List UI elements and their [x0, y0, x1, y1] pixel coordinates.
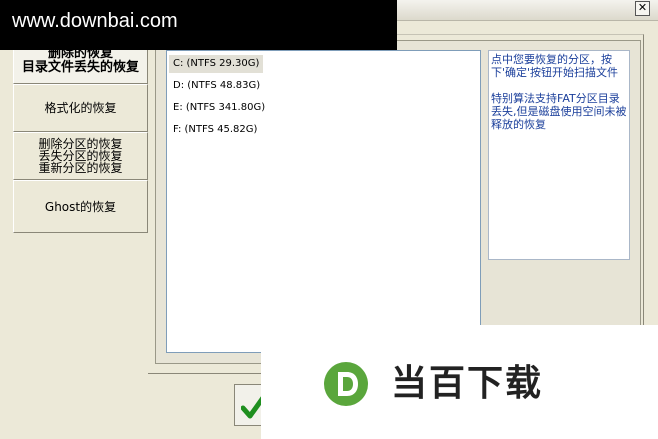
tab-label-line: Ghost的恢复: [44, 199, 117, 214]
watermark-banner: www.downbai.com: [0, 0, 397, 50]
tab-label-line: 目录文件丢失的恢复: [21, 60, 139, 75]
logo-d-icon: [324, 362, 368, 406]
tab-label-line: 重新分区的恢复: [38, 161, 123, 175]
brand-logo: 当百下载: [261, 325, 658, 439]
recovery-mode-tabs: 删除的恢复 目录文件丢失的恢复 格式化的恢复 删除分区的恢复 丢失分区的恢复 重…: [13, 38, 148, 233]
list-item-drive-d[interactable]: D: (NTFS 48.83G): [169, 77, 264, 95]
instruction-line: 特别算法支持FAT分区目录丢失,但是磁盘使用空间未被释放的恢复: [491, 92, 627, 131]
list-item-drive-f[interactable]: F: (NTFS 45.82G): [169, 121, 261, 139]
tab-label-line: 格式化的恢复: [44, 101, 117, 115]
list-item-drive-e[interactable]: E: (NTFS 341.80G): [169, 99, 269, 117]
drive-list[interactable]: C: (NTFS 29.30G) D: (NTFS 48.83G) E: (NT…: [166, 50, 481, 353]
tab-partition-recovery[interactable]: 删除分区的恢复 丢失分区的恢复 重新分区的恢复: [13, 132, 148, 180]
logo-text: 当百下载: [391, 363, 544, 404]
instruction-line: 点中您要恢复的分区，按下'确定'按钮开始扫描文件: [491, 53, 619, 79]
tab-ghost-recovery[interactable]: Ghost的恢复: [13, 180, 148, 233]
instructions-text: 点中您要恢复的分区，按下'确定'按钮开始扫描文件 特别算法支持FAT分区目录丢失…: [488, 50, 630, 260]
tab-format-recovery[interactable]: 格式化的恢复: [13, 84, 148, 132]
close-button[interactable]: ✕: [635, 1, 650, 16]
list-item-drive-c[interactable]: C: (NTFS 29.30G): [169, 55, 264, 73]
